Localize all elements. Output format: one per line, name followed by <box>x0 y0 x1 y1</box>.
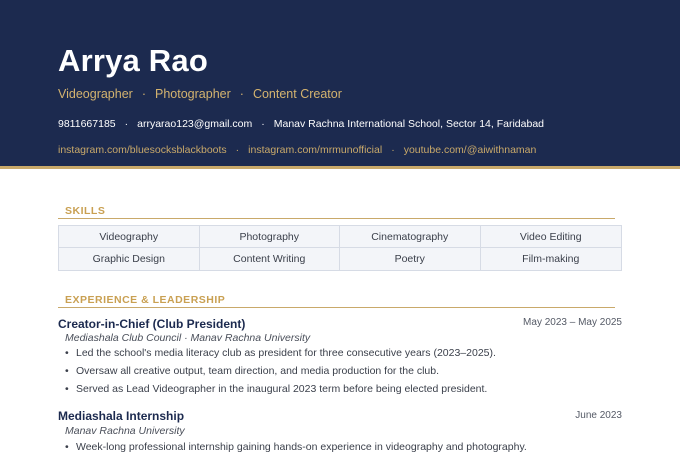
header-divider <box>0 166 680 169</box>
job-organization: Mediashala Club Council · Manav Rachna U… <box>65 332 311 344</box>
job-organization: Manav Rachna University <box>65 425 185 437</box>
role-item: Videographer <box>58 87 133 101</box>
candidate-name: Arrya Rao <box>58 43 208 78</box>
social-links: instagram.com/bluesocksblackboots · instag… <box>58 143 536 157</box>
roles-line: Videographer · Photographer · Content Creato… <box>58 86 342 102</box>
skill-cell: Cinematography <box>340 226 481 248</box>
bullet-item: Served as Lead Videographer in the inaug… <box>65 383 496 396</box>
skill-cell: Poetry <box>340 248 481 270</box>
separator: · <box>124 118 129 130</box>
contact-line: 9811667185 · arryarao123@gmail.com · Manav R… <box>58 117 544 131</box>
section-divider <box>58 218 615 219</box>
skill-cell: Photography <box>199 226 340 248</box>
skills-heading: SKILLS <box>65 205 106 217</box>
job-bullets: Led the school's media literacy club as … <box>65 347 496 401</box>
job-title: Creator-in-Chief (Club President) <box>58 317 246 331</box>
instagram-link[interactable]: instagram.com/mrmunofficial <box>248 144 382 156</box>
separator: · <box>261 118 265 130</box>
bullet-item: Week-long professional internship gainin… <box>65 441 527 454</box>
job-bullets: Week-long professional internship gainin… <box>65 441 527 459</box>
email-address[interactable]: arryarao123@gmail.com <box>137 118 252 130</box>
role-item: Photographer <box>155 87 231 101</box>
skill-cell: Graphic Design <box>59 248 200 270</box>
job-date: May 2023 – May 2025 <box>523 317 622 328</box>
instagram-link[interactable]: instagram.com/bluesocksblackboots <box>58 144 227 156</box>
skills-grid: Videography Photography Cinematography V… <box>58 225 622 271</box>
skill-cell: Content Writing <box>199 248 340 270</box>
job-title: Mediashala Internship <box>58 409 185 423</box>
job-date: June 2023 <box>575 410 622 421</box>
section-divider <box>58 307 615 308</box>
location: Manav Rachna International School, Secto… <box>273 118 544 130</box>
experience-heading: EXPERIENCE & LEADERSHIP <box>65 294 226 306</box>
bullet-item: Led the school's media literacy club as … <box>65 347 496 360</box>
skill-cell: Video Editing <box>480 226 621 248</box>
resume-header: Arrya Rao Videographer · Photographer · Cont… <box>0 0 680 166</box>
bullet-item: Oversaw all creative output, team direct… <box>65 365 496 378</box>
separator: · <box>235 144 240 156</box>
role-item: Content Creator <box>252 87 342 101</box>
skill-cell: Film-making <box>480 248 621 270</box>
separator: · <box>239 87 244 101</box>
skill-cell: Videography <box>59 226 200 248</box>
phone-number: 9811667185 <box>58 118 116 130</box>
separator: · <box>391 144 395 156</box>
separator: · <box>141 87 147 101</box>
youtube-link[interactable]: youtube.com/@aiwithnaman <box>404 144 537 156</box>
